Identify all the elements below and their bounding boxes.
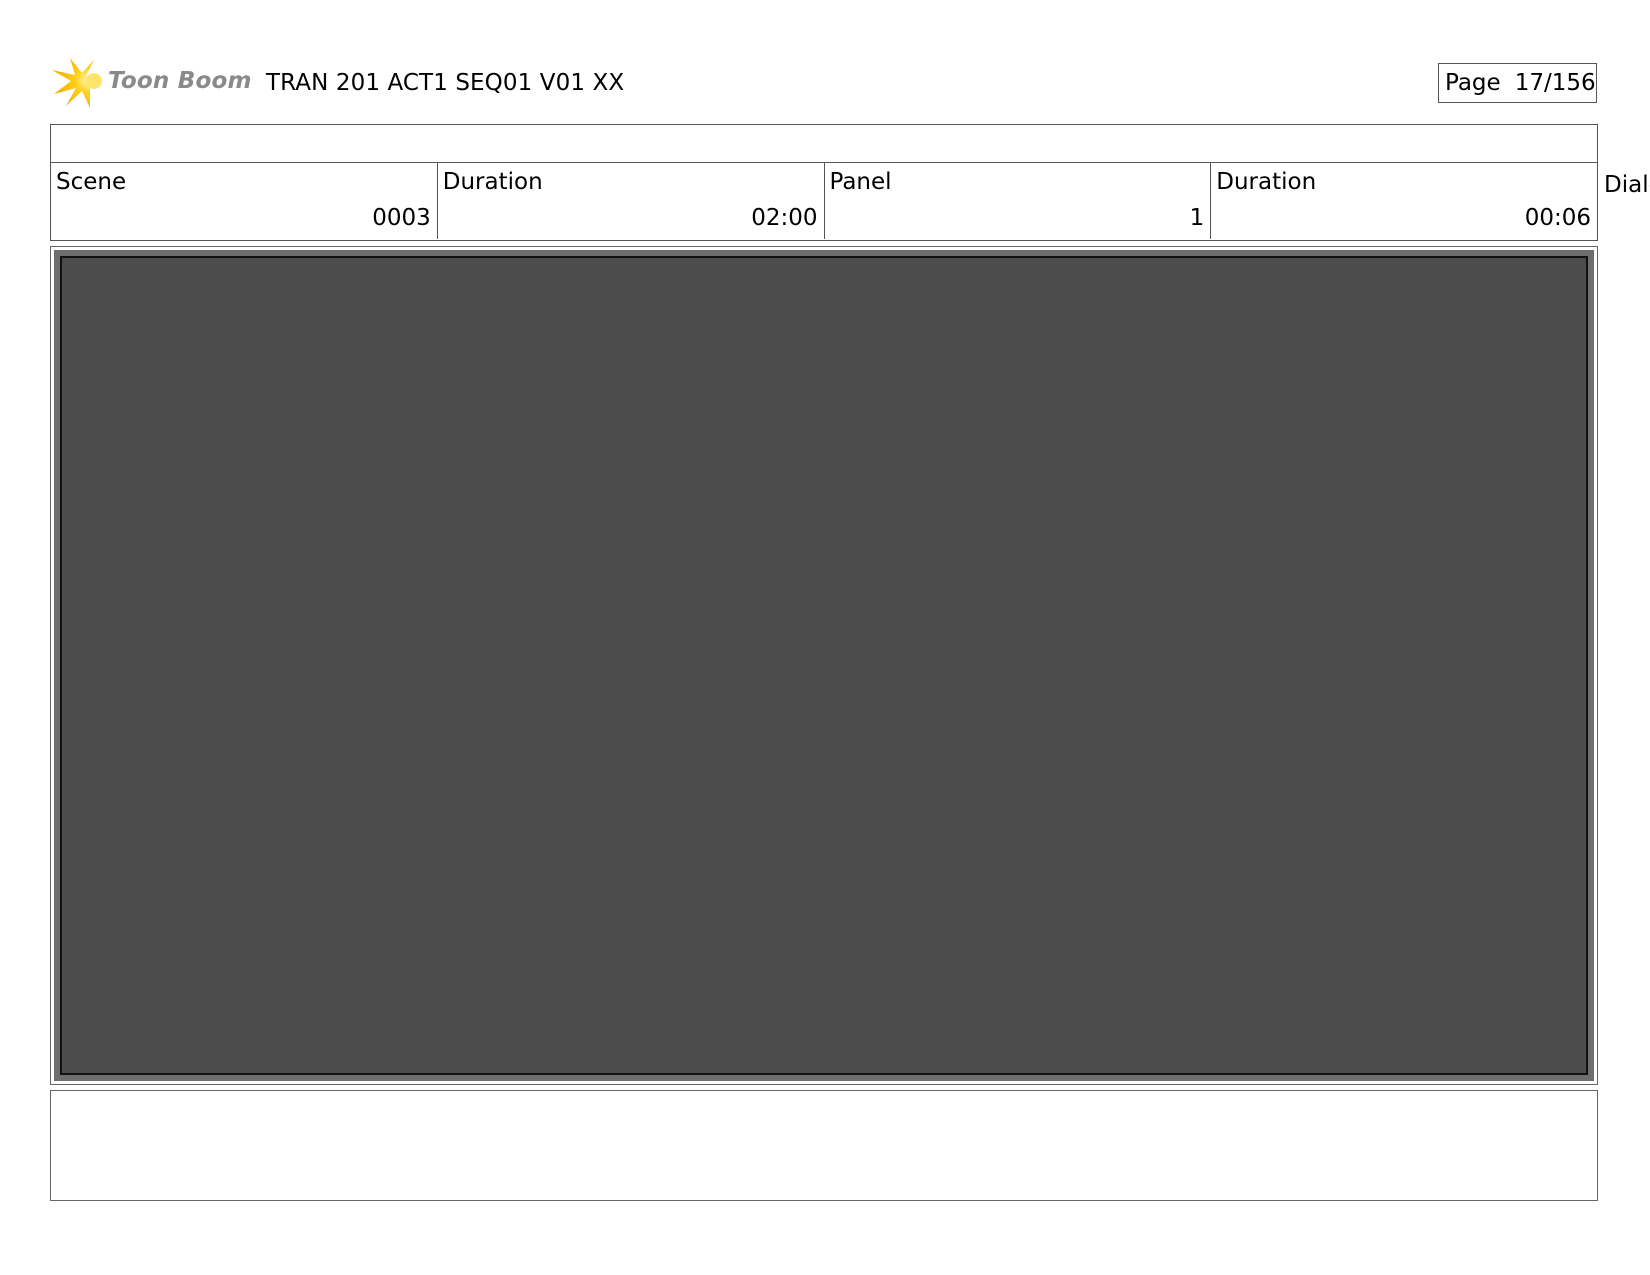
dialog-label-cutoff: Dialo <box>1604 172 1650 198</box>
panel-caption-box <box>50 1090 1598 1201</box>
scene-duration-value: 02:00 <box>751 205 818 231</box>
panel-duration-label: Duration <box>1216 169 1317 195</box>
info-fields-row: Scene 0003 Duration 02:00 Panel 1 Durati… <box>51 163 1597 239</box>
panel-value: 1 <box>1189 205 1205 231</box>
scene-cell: Scene 0003 <box>51 163 438 239</box>
scene-info-table: Scene 0003 Duration 02:00 Panel 1 Durati… <box>50 124 1598 241</box>
logo-text: Toon Boom <box>108 68 252 94</box>
page-label: Page <box>1445 70 1501 96</box>
panel-label: Panel <box>829 169 892 195</box>
scene-label: Scene <box>56 169 127 195</box>
page-indicator: Page 17/156 <box>1438 63 1597 103</box>
panel-duration-value: 00:06 <box>1524 205 1591 231</box>
toon-boom-logo: Toon Boom <box>50 56 252 112</box>
scene-value: 0003 <box>372 205 431 231</box>
scene-duration-cell: Duration 02:00 <box>438 163 825 239</box>
panel-cell: Panel 1 <box>825 163 1212 239</box>
info-top-row <box>51 125 1597 163</box>
starburst-icon <box>52 58 102 108</box>
panel-image <box>60 256 1588 1075</box>
storyboard-panel <box>50 246 1598 1085</box>
page-number: 17/156 <box>1514 70 1596 96</box>
scene-duration-label: Duration <box>442 169 543 195</box>
document-title: TRAN 201 ACT1 SEQ01 V01 XX <box>266 70 625 96</box>
panel-frame <box>54 250 1594 1081</box>
panel-duration-cell: Duration 00:06 <box>1211 163 1597 239</box>
